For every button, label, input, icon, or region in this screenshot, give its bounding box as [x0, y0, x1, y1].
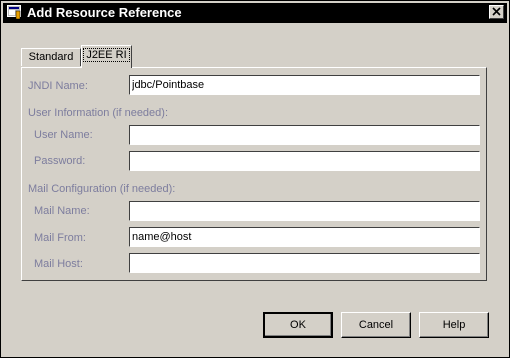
tab-j2ee-ri[interactable]: J2EE RI — [81, 45, 132, 68]
mail-config-section-label: Mail Configuration (if needed): — [28, 183, 176, 195]
help-button[interactable]: Help — [419, 312, 489, 338]
tab-j2ee-ri-label: J2EE RI — [83, 48, 130, 62]
title-bar[interactable]: Add Resource Reference — [3, 3, 507, 23]
mail-host-field[interactable] — [129, 253, 480, 273]
mail-from-label: Mail From: — [34, 232, 86, 244]
mail-host-label: Mail Host: — [34, 258, 83, 270]
cancel-button[interactable]: Cancel — [341, 312, 411, 338]
tab-panel: JNDI Name: User Information (if needed):… — [21, 67, 487, 281]
dialog-window: Add Resource Reference Standard J2EE RI … — [0, 0, 510, 358]
close-button[interactable] — [489, 5, 504, 19]
mail-name-field[interactable] — [129, 201, 480, 221]
app-window-icon — [7, 5, 22, 20]
mail-name-label: Mail Name: — [34, 205, 90, 217]
user-info-section-label: User Information (if needed): — [28, 107, 169, 119]
close-icon — [492, 7, 501, 16]
jndi-name-label: JNDI Name: — [28, 80, 88, 92]
user-name-label: User Name: — [34, 129, 93, 141]
ok-button[interactable]: OK — [263, 312, 333, 338]
jndi-name-field[interactable] — [129, 75, 480, 95]
password-field[interactable] — [129, 151, 480, 171]
dialog-title: Add Resource Reference — [27, 5, 182, 20]
tab-standard-label: Standard — [28, 51, 74, 63]
tab-standard[interactable]: Standard — [21, 48, 81, 66]
password-label: Password: — [34, 155, 86, 167]
user-name-field[interactable] — [129, 125, 480, 145]
mail-from-field[interactable] — [129, 227, 480, 247]
